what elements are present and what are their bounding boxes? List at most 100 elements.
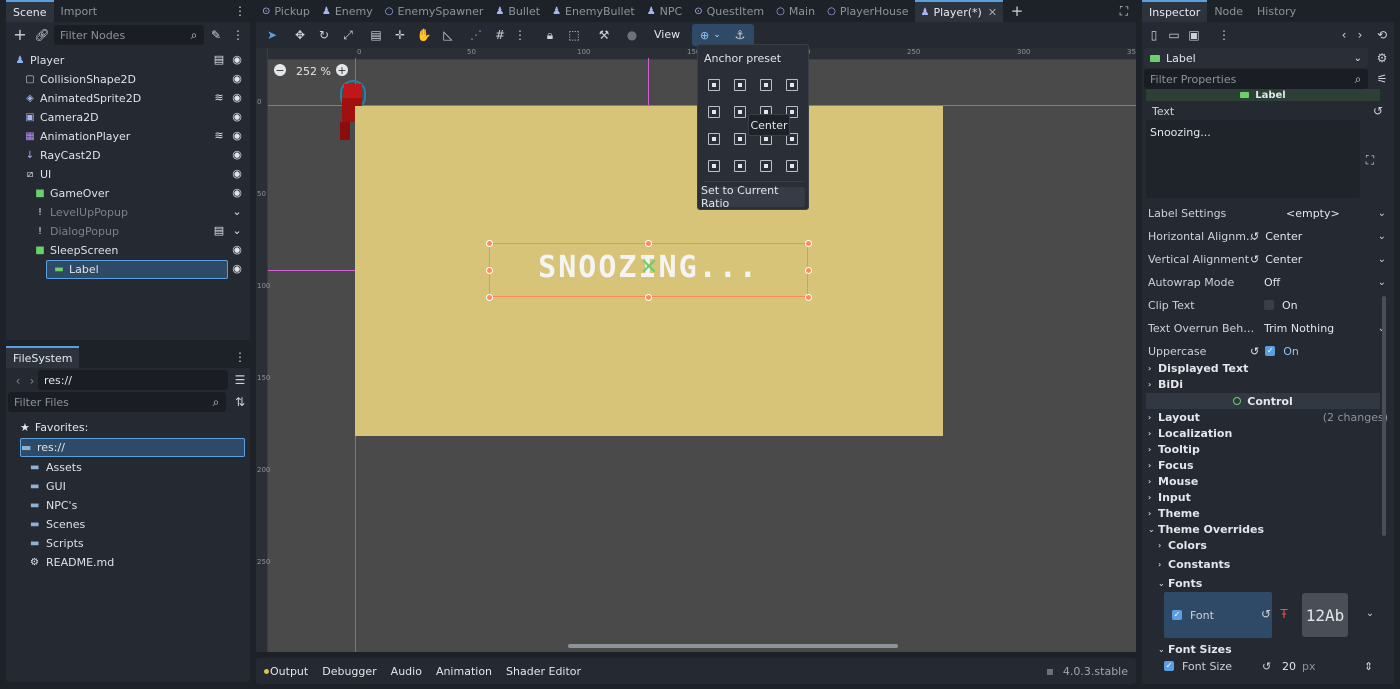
add-node-icon[interactable]: +	[12, 27, 28, 43]
anchor-bl-icon[interactable]	[708, 133, 720, 145]
resize-handle[interactable]	[486, 240, 493, 247]
prop-value[interactable]: ↺ Center ⌄	[1250, 253, 1388, 266]
snap-options-icon[interactable]: ⋮	[512, 27, 528, 43]
anchor-tc-icon[interactable]	[734, 79, 746, 91]
rotate-tool-icon[interactable]: ↻	[316, 27, 332, 43]
menu-dots-icon[interactable]: ⋮	[230, 27, 246, 43]
resize-handle[interactable]	[645, 240, 652, 247]
container-anchor-icon[interactable]: ⚓︎	[732, 27, 748, 43]
editor-tab-2[interactable]: ○ EnemySpawner	[379, 0, 490, 22]
transform-icon[interactable]: ●	[624, 27, 640, 43]
tree-row-collisionshape2d[interactable]: ▢ CollisionShape2D	[14, 70, 242, 89]
font-override-row[interactable]: ✓ Font	[1164, 592, 1272, 638]
anchor-left-wide-icon[interactable]	[708, 160, 720, 172]
revert-icon[interactable]: ↺	[1250, 253, 1259, 266]
eye-icon[interactable]: ◉	[230, 148, 244, 162]
section-theme-overrides[interactable]: ⌄ Theme Overrides	[1148, 521, 1388, 537]
add-tab-icon[interactable]: +	[1009, 3, 1025, 19]
section-font-sizes[interactable]: ⌄ Font Sizes	[1158, 641, 1388, 657]
prop-text-overrun-behavior[interactable]: Text Overrun Behavior Trim Nothing⌄	[1148, 317, 1388, 339]
tree-row-animatedsprite2d[interactable]: ◈ AnimatedSprite2D	[14, 89, 242, 108]
menu-dots-icon[interactable]: ⋮	[232, 349, 248, 365]
section-constants[interactable]: › Constants	[1158, 556, 1388, 572]
section-layout[interactable]: › Layout (2 changes)	[1148, 409, 1388, 425]
pan-tool-icon[interactable]: ✋	[416, 27, 432, 43]
section-focus[interactable]: › Focus	[1148, 457, 1388, 473]
prop-clip-text[interactable]: Clip Text On	[1148, 294, 1388, 316]
lock-icon[interactable]: 🔒︎	[542, 27, 558, 43]
section-fonts[interactable]: ⌄ Fonts	[1158, 575, 1388, 591]
list-select-icon[interactable]: ▤	[368, 27, 384, 43]
eye-icon[interactable]: ◉	[230, 129, 244, 143]
chevron-down-icon[interactable]: ⌄	[1362, 606, 1378, 622]
menu-dots-icon[interactable]: ⋮	[1216, 27, 1232, 43]
tab-inspector[interactable]: Inspector	[1142, 0, 1208, 22]
split-view-icon[interactable]: ☰	[232, 372, 248, 388]
section-tooltip[interactable]: › Tooltip	[1148, 441, 1388, 457]
resize-handle[interactable]	[486, 294, 493, 301]
filter-options-icon[interactable]: ⚟	[1374, 71, 1390, 87]
eye-icon[interactable]: ◉	[230, 262, 244, 276]
filter-properties-input[interactable]: Filter Properties ⌕	[1144, 69, 1368, 89]
resize-handle[interactable]	[486, 267, 493, 274]
prop-label-settings[interactable]: Label Settings <empty> ⌄	[1148, 202, 1388, 224]
smart-snap-icon[interactable]: ⋰	[468, 27, 484, 43]
prop-value[interactable]: On	[1264, 299, 1388, 312]
save-resource-icon[interactable]: ▣	[1186, 27, 1202, 43]
open-resource-icon[interactable]: ▭	[1166, 27, 1182, 43]
history-back-icon[interactable]: ‹	[1336, 27, 1352, 43]
node-selector[interactable]: Label ⌄	[1144, 48, 1368, 68]
anchor-right-wide-icon[interactable]	[760, 160, 772, 172]
signal-icon[interactable]: ≋	[212, 129, 226, 143]
label-selection[interactable]: SNOOZING... ✕	[489, 243, 808, 297]
eye-icon[interactable]: ◉	[230, 91, 244, 105]
res-root-row[interactable]: ▬ res://	[20, 438, 245, 457]
zoom-level[interactable]: 252 %	[296, 65, 331, 78]
font-preview[interactable]: 12Ab	[1302, 593, 1348, 637]
editor-tab-3[interactable]: ♟ Bullet	[489, 0, 546, 22]
favorites-row[interactable]: ★ Favorites:	[20, 419, 88, 435]
path-field[interactable]: res://	[38, 370, 228, 390]
chevron-down-icon[interactable]: ⌄	[230, 205, 244, 219]
resize-handle[interactable]	[805, 267, 812, 274]
checkbox-checked-icon[interactable]: ✓	[1265, 346, 1276, 356]
distraction-free-icon[interactable]: ⛶	[1116, 3, 1132, 19]
anchor-cl-icon[interactable]	[708, 106, 720, 118]
anchor-tl-icon[interactable]	[708, 79, 720, 91]
editor-tab-9[interactable]: ♟ Player(*) ✕	[914, 0, 1004, 22]
anchor-bc-icon[interactable]	[734, 133, 746, 145]
tree-row-camera2d[interactable]: ▣ Camera2D	[14, 108, 242, 127]
folder-npcs[interactable]: ▬ NPC's	[20, 496, 242, 515]
revert-icon[interactable]: ↺	[1250, 345, 1259, 358]
tab-import[interactable]: Import	[54, 0, 105, 22]
inspector-scrollbar[interactable]	[1382, 296, 1386, 536]
bottom-tab-animation[interactable]: Animation	[436, 665, 492, 678]
editor-tab-7[interactable]: ○ Main	[770, 0, 821, 22]
eye-icon[interactable]: ◉	[230, 110, 244, 124]
object-history-icon[interactable]: ⟲	[1374, 27, 1390, 43]
add-script-icon[interactable]: ✎	[208, 27, 224, 43]
revert-icon[interactable]: ↺	[1258, 606, 1274, 622]
history-forward-icon[interactable]: ›	[1352, 27, 1368, 43]
editor-tab-0[interactable]: ⊙ Pickup	[256, 0, 316, 22]
tree-row-animationplayer[interactable]: ▦ AnimationPlayer	[14, 127, 242, 146]
tab-node[interactable]: Node	[1207, 0, 1250, 22]
revert-icon[interactable]: ↺	[1262, 660, 1271, 673]
section-bidi[interactable]: › BiDi	[1148, 376, 1388, 392]
bottom-tab-output[interactable]: Output	[270, 665, 308, 678]
editor-tab-4[interactable]: ♟ EnemyBullet	[546, 0, 641, 22]
editor-tab-1[interactable]: ♟ Enemy	[316, 0, 379, 22]
new-resource-icon[interactable]: ▯	[1146, 27, 1162, 43]
group-icon[interactable]: ⬚	[566, 27, 582, 43]
revert-icon[interactable]: ↺	[1370, 103, 1386, 119]
expand-editor-icon[interactable]: ⛶	[1362, 152, 1378, 168]
filter-nodes-input[interactable]: Filter Nodes ⌕	[54, 25, 204, 45]
prop-value[interactable]: Trim Nothing⌄	[1264, 322, 1388, 335]
script-icon[interactable]: ▤	[212, 224, 226, 238]
tree-row-sleepscreen[interactable]: ■ SleepScreen	[14, 241, 242, 260]
tree-row-gameover[interactable]: ■ GameOver	[14, 184, 242, 203]
skeleton-icon[interactable]: ⚒	[596, 27, 612, 43]
h-scrollbar[interactable]	[568, 644, 898, 648]
anchor-vcenter-wide-icon[interactable]	[734, 160, 746, 172]
script-icon[interactable]: ▤	[212, 53, 226, 67]
